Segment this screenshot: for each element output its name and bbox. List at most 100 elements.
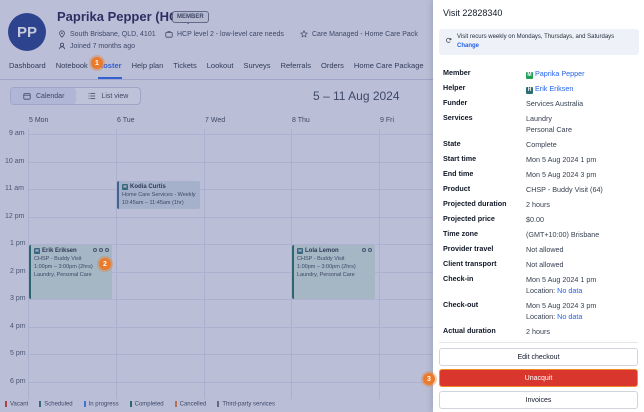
- member-link[interactable]: Paprika Pepper: [535, 69, 585, 78]
- legend-label: Vacant: [10, 401, 29, 408]
- field-label: Actual duration: [443, 326, 496, 335]
- field-label: Start time: [443, 154, 477, 163]
- joined-text: Joined 7 months ago: [70, 42, 135, 50]
- hour-label: 2 pm: [10, 268, 26, 275]
- button-divider: [439, 342, 638, 343]
- roster-event[interactable]: H Kodia Curtis Home Care Services - Weekl…: [117, 181, 200, 209]
- field-value: Not allowed: [526, 245, 564, 254]
- change-recurrence-link[interactable]: Change: [457, 42, 635, 51]
- hour-label: 10 am: [5, 158, 25, 165]
- field-value: Mon 5 Aug 2024 3 pm Location: No data: [526, 300, 596, 322]
- event-services-list: Laundry, Personal Care: [34, 272, 92, 278]
- calendar-grid: 9 am 10 am 11 am 12 pm 1 pm 2 pm 3 pm 4 …: [0, 129, 433, 399]
- field-value: Mon 5 Aug 2024 3 pm: [526, 170, 597, 179]
- field-label: Projected duration: [443, 199, 507, 208]
- member-badge-icon: M: [526, 72, 533, 79]
- status-icon: [93, 248, 97, 252]
- grid-col-line: [116, 129, 117, 399]
- grid-hour-line: [28, 327, 433, 328]
- hour-label: 6 pm: [10, 378, 26, 385]
- tab-surveys[interactable]: Surveys: [238, 58, 275, 76]
- visit-title: Visit 22828340: [443, 8, 503, 18]
- field-value: M Paprika Pepper: [526, 68, 585, 79]
- tab-notebook[interactable]: Notebook: [51, 58, 93, 76]
- unacquit-button[interactable]: Unacquit: [439, 369, 638, 387]
- field-value: Not allowed: [526, 260, 564, 269]
- invoices-button[interactable]: Invoices: [439, 391, 638, 409]
- member-badge: MEMBER: [172, 11, 209, 23]
- helper-badge-icon: H: [34, 248, 40, 254]
- event-time: 1:00pm – 3:00pm (2hrs): [34, 264, 93, 270]
- field-value: 2 hours: [526, 200, 550, 209]
- event-status-icons: [93, 248, 109, 252]
- event-service: CHSP - Buddy Visit: [34, 256, 82, 262]
- field-label: Funder: [443, 98, 468, 107]
- grid-col-line: [379, 129, 380, 399]
- list-view-button[interactable]: List view: [76, 88, 140, 104]
- event-service: Home Care Services - Weekly: [122, 192, 196, 198]
- field-label: Provider travel: [443, 244, 494, 253]
- calendar-icon: [23, 93, 31, 100]
- day-label: 8 Thu: [292, 117, 310, 124]
- legend-swatch: [39, 401, 42, 407]
- field-label: State: [443, 139, 461, 148]
- field-label: End time: [443, 169, 474, 178]
- calendar-view-button[interactable]: Calendar: [11, 88, 77, 104]
- list-view-label: List view: [101, 92, 129, 100]
- joined-meta: Joined 7 months ago: [58, 42, 135, 50]
- hour-label: 12 pm: [5, 213, 25, 220]
- step-badge-1: 1: [91, 57, 103, 69]
- status-icon: [368, 248, 372, 252]
- avatar: PP: [8, 13, 46, 51]
- visit-detail-panel: Visit 22828340 Visit recurs weekly on Mo…: [433, 0, 644, 412]
- check-out-location-link[interactable]: No data: [557, 312, 582, 321]
- hour-label: 9 am: [9, 130, 25, 137]
- legend-item: Completed: [129, 401, 164, 408]
- location-pin-icon: [59, 30, 65, 38]
- hour-label: 4 pm: [10, 323, 26, 330]
- tab-referrals[interactable]: Referrals: [276, 58, 316, 76]
- calendar-view-label: Calendar: [36, 92, 65, 100]
- care-level-text: HCP level 2 - low-level care needs: [177, 30, 284, 38]
- field-label: Services: [443, 113, 473, 122]
- helper-link[interactable]: Erik Eriksen: [535, 84, 573, 93]
- tab-help-plan[interactable]: Help plan: [127, 58, 169, 76]
- check-in-time: Mon 5 Aug 2024 1 pm: [526, 275, 597, 284]
- recurrence-text: Visit recurs weekly on Mondays, Thursday…: [457, 34, 615, 40]
- grid-hour-line: [28, 162, 433, 163]
- header-divider: [0, 79, 433, 80]
- hour-label: 11 am: [5, 185, 24, 192]
- legend-item: Vacant: [5, 401, 28, 408]
- week-title: 5 – 11 Aug 2024: [313, 89, 400, 103]
- care-level-meta: HCP level 2 - low-level care needs: [165, 30, 284, 38]
- helper-badge-icon: H: [297, 248, 303, 254]
- grid-hour-line: [28, 299, 433, 300]
- day-label: 5 Mon: [29, 117, 49, 124]
- hour-label: 1 pm: [10, 240, 26, 247]
- event-time: 10:45am – 11:45am (1hr): [122, 200, 184, 206]
- roster-app: PP Paprika Pepper (HCP) MEMBER South Bri…: [0, 0, 433, 412]
- legend-label: Completed: [134, 401, 164, 408]
- field-value: Mon 5 Aug 2024 1 pm: [526, 155, 597, 164]
- tab-lookout[interactable]: Lookout: [202, 58, 239, 76]
- tab-home-care-package[interactable]: Home Care Package: [349, 58, 429, 76]
- roster-event-selected[interactable]: H Erik Eriksen CHSP - Buddy Visit 1:00pm …: [29, 245, 112, 299]
- day-label: 9 Fri: [380, 117, 394, 124]
- tab-tickets[interactable]: Tickets: [168, 58, 201, 76]
- status-icon: [99, 248, 103, 252]
- legend-swatch: [217, 401, 220, 407]
- legend-label: In progress: [88, 401, 119, 408]
- tab-dashboard[interactable]: Dashboard: [0, 58, 51, 76]
- check-in-location-link[interactable]: No data: [557, 286, 582, 295]
- recurrence-notice: Visit recurs weekly on Mondays, Thursday…: [439, 29, 639, 55]
- field-label: Client transport: [443, 259, 497, 268]
- field-value: Laundry Personal Care: [526, 113, 572, 135]
- step-badge-3: 3: [423, 373, 435, 385]
- legend-label: Cancelled: [179, 401, 207, 408]
- day-header: 5 Mon 6 Tue 7 Wed 8 Thu 9 Fri: [0, 117, 433, 129]
- event-helper-name: Lola Lemon: [305, 248, 339, 254]
- tab-orders[interactable]: Orders: [316, 58, 349, 76]
- roster-event[interactable]: H Lola Lemon CHSP - Buddy Visit 1:00pm – …: [292, 245, 375, 299]
- user-icon: [58, 42, 66, 50]
- edit-checkout-button[interactable]: Edit checkout: [439, 348, 638, 366]
